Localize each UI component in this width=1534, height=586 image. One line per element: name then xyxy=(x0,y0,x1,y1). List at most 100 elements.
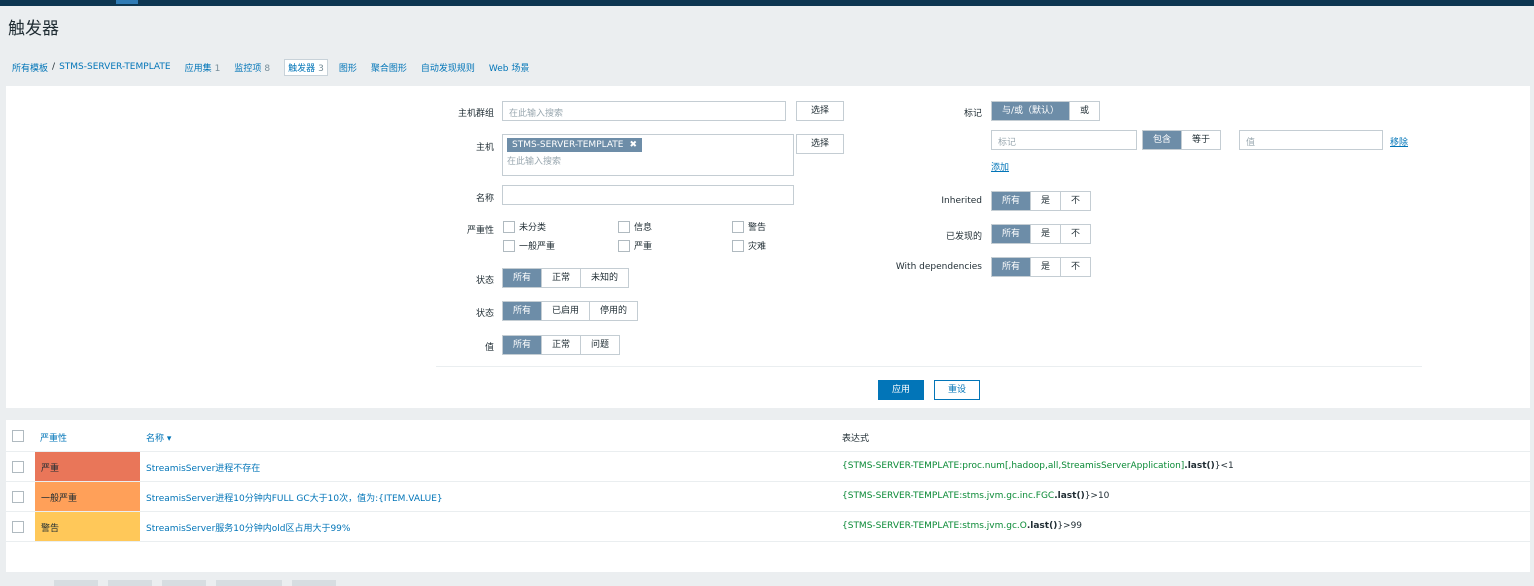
host-label: 主机 xyxy=(475,143,494,153)
severity-disaster[interactable]: 灾难 xyxy=(732,239,766,252)
value-ok[interactable]: 正常 xyxy=(542,336,582,354)
tag-add-link[interactable]: 添加 xyxy=(991,160,1009,173)
tag-remove-link[interactable]: 移除 xyxy=(1390,135,1408,148)
select-all-checkbox[interactable] xyxy=(12,430,24,442)
header-name[interactable]: 名称 ▾ xyxy=(146,431,171,444)
severity-cell: 一般严重 xyxy=(35,482,140,511)
status-all[interactable]: 所有 xyxy=(503,302,543,320)
breadcrumb-separator: / xyxy=(52,62,56,72)
expression-function: .last() xyxy=(1184,461,1215,471)
tab-items[interactable]: 监控项 8 xyxy=(234,61,270,74)
table-row: 一般严重 StreamisServer进程10分钟内FULL GC大于10次，值为… xyxy=(6,482,1530,512)
host-group-input[interactable]: 在此输入搜索 xyxy=(502,101,786,121)
severity-average[interactable]: 一般严重 xyxy=(503,239,555,252)
tab-applications[interactable]: 应用集 1 xyxy=(185,61,221,74)
breadcrumb-all-templates[interactable]: 所有模板 xyxy=(12,61,48,74)
table-row: 警告 StreamisServer服务10分钟内old区占用大于99% {STMS-… xyxy=(6,512,1530,542)
triggers-table: 严重性 名称 ▾ 表达式 严重 StreamisServer进程不存在 {STMS-… xyxy=(6,420,1530,572)
host-group-select-button[interactable]: 选择 xyxy=(796,101,844,121)
severity-option-label: 严重 xyxy=(634,242,653,252)
trigger-name-link[interactable]: StreamisServer进程10分钟内FULL GC大于10次，值为:{IT… xyxy=(146,491,443,504)
dependencies-label: With dependencies xyxy=(895,262,982,272)
inherited-all[interactable]: 所有 xyxy=(992,192,1032,210)
trigger-name-link[interactable]: StreamisServer进程不存在 xyxy=(146,461,260,474)
name-input[interactable] xyxy=(502,185,794,205)
page-title: 触发器 xyxy=(8,19,59,39)
expression-item-link[interactable]: {STMS-SERVER-TEMPLATE:stms.jvm.gc.O xyxy=(842,521,1027,531)
status-disabled[interactable]: 停用的 xyxy=(590,302,637,320)
trigger-expression: {STMS-SERVER-TEMPLATE:stms.jvm.gc.O.last… xyxy=(842,521,1082,531)
expression-condition: }>99 xyxy=(1057,521,1083,531)
checkbox[interactable] xyxy=(503,239,515,252)
tab-graphs[interactable]: 图形 xyxy=(339,61,357,74)
tab-screens[interactable]: 聚合图形 xyxy=(371,61,407,74)
expression-condition: }<1 xyxy=(1214,461,1234,471)
mass-action-button[interactable] xyxy=(54,580,98,586)
severity-high[interactable]: 严重 xyxy=(618,239,652,252)
reset-button[interactable]: 重设 xyxy=(934,380,980,400)
filter-panel: 主机群组 在此输入搜索 选择 主机 STMS-SERVER-TEMPLATE ✖ … xyxy=(6,86,1530,408)
value-label: 值 xyxy=(484,343,494,353)
mass-action-button[interactable] xyxy=(216,580,282,586)
host-search-placeholder[interactable]: 在此输入搜索 xyxy=(507,154,789,167)
state-normal[interactable]: 正常 xyxy=(542,269,582,287)
host-select-button[interactable]: 选择 xyxy=(796,134,844,154)
tags-label: 标记 xyxy=(963,109,982,119)
tags-mode-and-or[interactable]: 与/或（默认） xyxy=(992,102,1071,120)
tag-op-contains[interactable]: 包含 xyxy=(1143,131,1183,149)
host-multiselect[interactable]: STMS-SERVER-TEMPLATE ✖ 在此输入搜索 xyxy=(502,134,794,176)
trigger-expression: {STMS-SERVER-TEMPLATE:stms.jvm.gc.inc.FG… xyxy=(842,491,1109,501)
discovered-yes[interactable]: 是 xyxy=(1031,225,1062,243)
severity-not-classified[interactable]: 未分类 xyxy=(503,220,546,233)
checkbox[interactable] xyxy=(732,239,744,252)
severity-option-label: 一般严重 xyxy=(519,242,556,252)
row-checkbox[interactable] xyxy=(12,491,24,503)
row-checkbox[interactable] xyxy=(12,461,24,473)
tags-mode-segmented: 与/或（默认） 或 xyxy=(991,101,1101,121)
status-enabled[interactable]: 已启用 xyxy=(542,302,591,320)
deps-no[interactable]: 不 xyxy=(1061,258,1090,276)
tag-op-equals[interactable]: 等于 xyxy=(1182,131,1220,149)
discovered-all[interactable]: 所有 xyxy=(992,225,1032,243)
header-severity[interactable]: 严重性 xyxy=(40,431,67,444)
checkbox[interactable] xyxy=(618,239,630,252)
checkbox[interactable] xyxy=(618,220,630,233)
severity-warning[interactable]: 警告 xyxy=(732,220,766,233)
expression-item-link[interactable]: {STMS-SERVER-TEMPLATE:stms.jvm.gc.inc.FG… xyxy=(842,491,1054,501)
state-label: 状态 xyxy=(475,276,494,286)
checkbox[interactable] xyxy=(503,220,515,233)
inherited-yes[interactable]: 是 xyxy=(1031,192,1062,210)
mass-action-button[interactable] xyxy=(292,580,336,586)
inherited-no[interactable]: 不 xyxy=(1061,192,1090,210)
checkbox[interactable] xyxy=(732,220,744,233)
row-checkbox[interactable] xyxy=(12,521,24,533)
tags-mode-or[interactable]: 或 xyxy=(1070,102,1099,120)
severity-option-label: 警告 xyxy=(748,223,767,233)
deps-yes[interactable]: 是 xyxy=(1031,258,1062,276)
state-segmented: 所有 正常 未知的 xyxy=(502,268,630,288)
value-problem[interactable]: 问题 xyxy=(581,336,619,354)
breadcrumb-template[interactable]: STMS-SERVER-TEMPLATE xyxy=(59,62,171,72)
mass-action-button[interactable] xyxy=(108,580,152,586)
apply-button[interactable]: 应用 xyxy=(878,380,924,400)
tab-triggers[interactable]: 触发器 3 xyxy=(284,58,328,76)
tab-web-scenarios[interactable]: Web 场景 xyxy=(489,61,529,74)
severity-information[interactable]: 信息 xyxy=(618,220,652,233)
value-all[interactable]: 所有 xyxy=(503,336,543,354)
tab-discovery-rules[interactable]: 自动发现规则 xyxy=(421,61,475,74)
state-all[interactable]: 所有 xyxy=(503,269,543,287)
deps-all[interactable]: 所有 xyxy=(992,258,1032,276)
filter-divider xyxy=(436,366,1422,367)
discovered-no[interactable]: 不 xyxy=(1061,225,1090,243)
tag-name-input[interactable]: 标记 xyxy=(991,130,1137,150)
mass-action-button[interactable] xyxy=(162,580,206,586)
discovered-segmented: 所有 是 不 xyxy=(991,224,1092,244)
tag-value-input[interactable]: 值 xyxy=(1239,130,1383,150)
close-icon[interactable]: ✖ xyxy=(630,140,638,150)
expression-function: .last() xyxy=(1054,491,1085,501)
severity-option-label: 灾难 xyxy=(748,242,767,252)
expression-item-link[interactable]: {STMS-SERVER-TEMPLATE:proc.num[,hadoop,a… xyxy=(842,461,1184,471)
trigger-name-link[interactable]: StreamisServer服务10分钟内old区占用大于99% xyxy=(146,521,350,534)
state-unknown[interactable]: 未知的 xyxy=(581,269,628,287)
dependencies-segmented: 所有 是 不 xyxy=(991,257,1092,277)
